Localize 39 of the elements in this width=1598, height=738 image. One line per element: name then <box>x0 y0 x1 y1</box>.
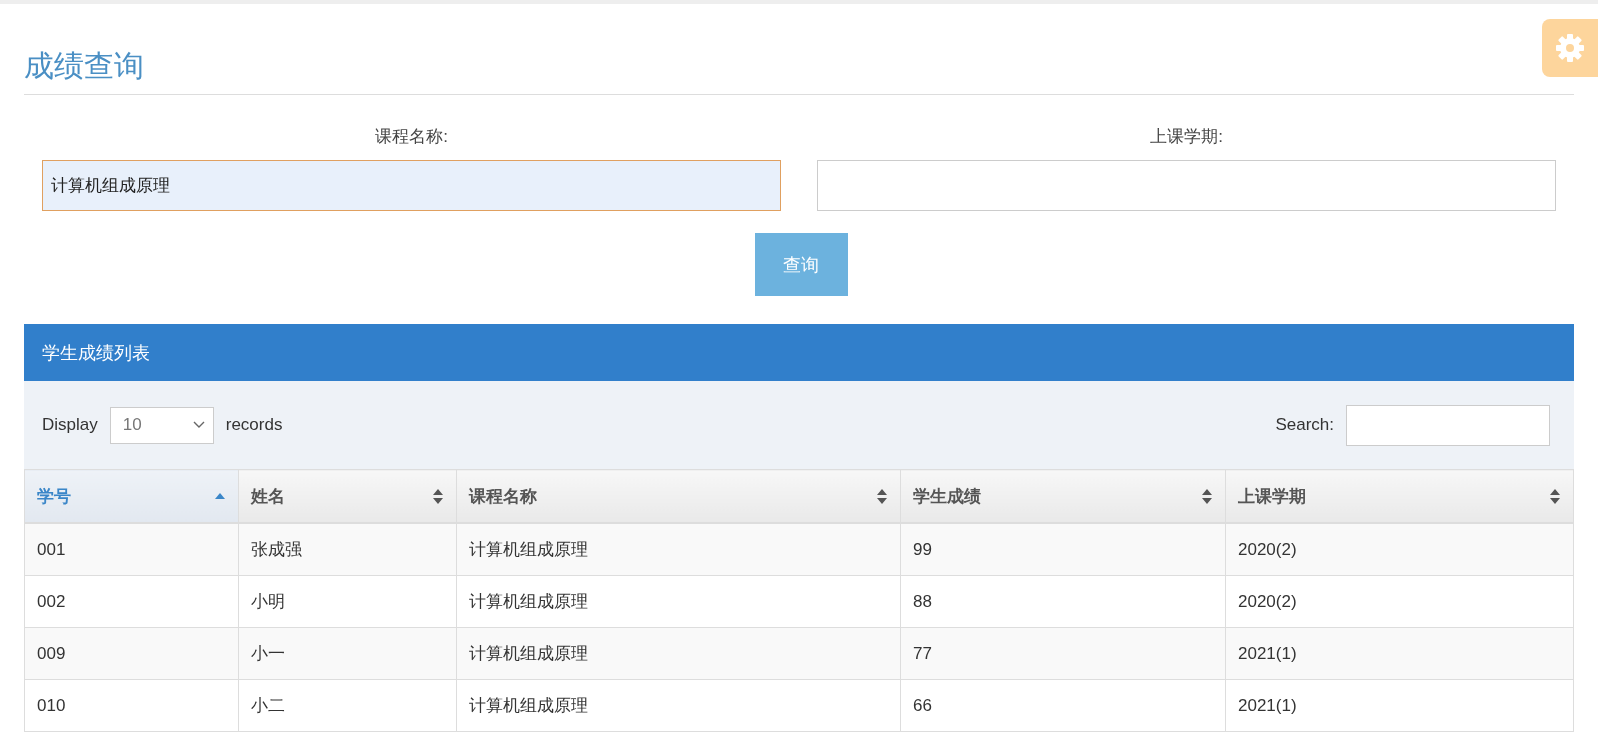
records-label: records <box>225 415 283 435</box>
column-header[interactable]: 学号 <box>24 469 239 523</box>
table-cell: 小明 <box>238 575 457 628</box>
table-cell: 计算机组成原理 <box>456 523 901 576</box>
table-cell: 小二 <box>238 679 457 732</box>
search-label: Search: <box>1275 415 1334 435</box>
table-cell: 009 <box>24 627 239 680</box>
table-cell: 计算机组成原理 <box>456 575 901 628</box>
table-cell: 010 <box>24 679 239 732</box>
column-header[interactable]: 课程名称 <box>456 469 901 523</box>
table-cell: 计算机组成原理 <box>456 627 901 680</box>
table-cell: 2020(2) <box>1225 575 1574 628</box>
table-cell: 77 <box>900 627 1226 680</box>
column-header[interactable]: 姓名 <box>238 469 457 523</box>
settings-icon <box>1554 32 1586 64</box>
table-cell: 001 <box>24 523 239 576</box>
table-cell: 计算机组成原理 <box>456 679 901 732</box>
field-label: 上课学期: <box>1150 126 1223 148</box>
table-cell: 66 <box>900 679 1226 732</box>
table-cell: 小一 <box>238 627 457 680</box>
search-field[interactable] <box>1346 404 1550 446</box>
panel-title: 学生成绩列表 <box>42 341 150 365</box>
display-label: Display <box>42 415 98 435</box>
table-cell: 88 <box>900 575 1226 628</box>
chevron-down-icon <box>192 421 205 429</box>
table-cell: 99 <box>900 523 1226 576</box>
settings-button[interactable] <box>1542 19 1598 77</box>
page-size-dropdown[interactable]: 10 <box>109 406 214 444</box>
input-field[interactable] <box>817 160 1556 211</box>
column-header[interactable]: 学生成绩 <box>900 469 1226 523</box>
table-cell: 2020(2) <box>1225 523 1574 576</box>
table-cell: 张成强 <box>238 523 457 576</box>
column-header[interactable]: 上课学期 <box>1225 469 1574 523</box>
page-title: 成绩查询 <box>24 48 144 84</box>
field-label: 课程名称: <box>375 126 448 148</box>
table-cell: 002 <box>24 575 239 628</box>
table-cell: 2021(1) <box>1225 679 1574 732</box>
table-cell: 2021(1) <box>1225 627 1574 680</box>
input-field[interactable]: 计算机组成原理 <box>42 160 781 211</box>
